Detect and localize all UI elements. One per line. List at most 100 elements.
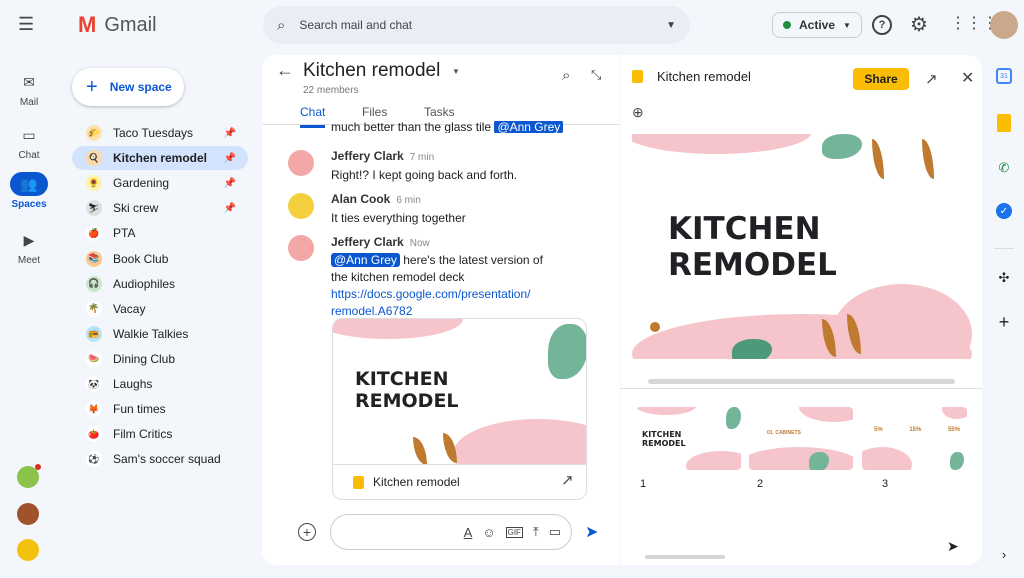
slide-number: 1 <box>640 478 647 490</box>
horizontal-scrollbar[interactable] <box>645 555 725 559</box>
contact-avatar[interactable] <box>17 503 39 525</box>
space-emoji-icon: ⛷ <box>86 200 102 217</box>
upload-icon[interactable]: ⤒ <box>533 524 539 540</box>
chat-icon: ▭ <box>22 126 36 143</box>
new-space-button[interactable]: + New space <box>72 68 184 106</box>
tab-tasks[interactable]: Tasks <box>424 105 455 119</box>
pin-icon[interactable]: 📌 <box>224 153 236 164</box>
pin-icon[interactable]: 📌 <box>224 203 236 214</box>
slide-thumbnail: KITCHEN REMODEL <box>333 319 586 464</box>
message-text: It ties everything together <box>331 211 466 225</box>
tab-files[interactable]: Files <box>362 105 387 119</box>
author-name[interactable]: Jeffery Clark <box>331 149 404 163</box>
sidebar-item-space[interactable]: 🍉 Dining Club <box>72 347 248 371</box>
avatar[interactable] <box>288 235 314 261</box>
spaces-icon: 👥 <box>10 172 48 196</box>
slide-title: REMODEL <box>642 439 686 449</box>
slide-thumbnail-3[interactable]: 5% 15% 55% <box>862 407 967 470</box>
rail-mail[interactable]: ✉ Mail <box>0 70 58 109</box>
sidebar-item-space[interactable]: 🍳 Kitchen remodel 📌 <box>72 146 248 171</box>
space-name: Book Club <box>113 251 169 266</box>
sidebar-item-space[interactable]: 🌻 Gardening 📌 <box>72 171 248 195</box>
horizontal-scrollbar[interactable] <box>648 379 955 384</box>
search-bar[interactable]: ⌕ Search mail and chat ▼ <box>263 6 690 44</box>
mention-chip[interactable]: @Ann Grey <box>494 121 564 133</box>
collapse-icon[interactable]: ⤡ <box>591 67 601 83</box>
space-title[interactable]: Kitchen remodel <box>303 60 440 82</box>
sidebar-item-space[interactable]: 🍎 PTA <box>72 221 248 245</box>
account-avatar[interactable] <box>990 11 1018 39</box>
space-name: Film Critics <box>113 427 173 442</box>
search-icon[interactable]: ⌕ <box>562 67 570 84</box>
member-count[interactable]: 22 members <box>303 85 359 96</box>
sidebar-item-space[interactable]: 🍅 Film Critics <box>72 422 248 446</box>
search-input[interactable]: Search mail and chat <box>299 18 666 32</box>
help-icon[interactable]: ? <box>872 15 892 35</box>
message-time: 6 min <box>396 195 421 206</box>
sidebar-item-space[interactable]: 🎧 Audiophiles <box>72 272 248 296</box>
pin-icon[interactable]: 📌 <box>224 128 236 139</box>
avatar[interactable] <box>288 150 314 176</box>
slide-thumbnail-2[interactable]: 01. CABINETS <box>749 407 853 470</box>
message-text: Right!? I kept going back and forth. <box>331 168 518 182</box>
tasks-icon[interactable]: ✓ <box>996 203 1012 219</box>
rail-meet[interactable]: ▶ Meet <box>0 228 58 267</box>
emoji-icon[interactable]: ☺ <box>482 525 495 540</box>
addons-puzzle-icon[interactable]: ✣ <box>994 268 1014 288</box>
back-arrow-icon[interactable]: ← <box>276 60 294 81</box>
search-options-icon[interactable]: ▼ <box>666 20 676 31</box>
close-icon[interactable]: ✕ <box>961 68 974 88</box>
open-external-icon[interactable]: ↗ <box>561 471 574 489</box>
message-input[interactable]: A ☺ GIF ⤒ ▭ <box>330 514 572 550</box>
calendar-icon[interactable]: 31 <box>996 68 1012 84</box>
sidebar-item-space[interactable]: ⛷ Ski crew 📌 <box>72 196 248 220</box>
pin-icon[interactable]: 📌 <box>224 178 236 189</box>
share-label: Share <box>864 72 898 86</box>
gear-icon[interactable]: ⚙ <box>910 12 928 37</box>
status-button[interactable]: Active ▼ <box>772 12 862 38</box>
sidebar-item-space[interactable]: 🌴 Vacay <box>72 297 248 321</box>
send-icon[interactable]: ➤ <box>585 522 598 542</box>
keep-icon[interactable] <box>997 114 1011 132</box>
menu-icon[interactable]: ☰ <box>18 14 34 35</box>
avatar[interactable] <box>288 193 314 219</box>
share-button[interactable]: Share <box>853 68 909 90</box>
sidebar-item-space[interactable]: 🐼 Laughs <box>72 372 248 396</box>
attachment-name: Kitchen remodel <box>373 475 460 489</box>
title-dropdown-icon[interactable]: ▼ <box>452 67 460 76</box>
space-emoji-icon: 📻 <box>86 325 102 342</box>
space-name: Dining Club <box>113 351 176 366</box>
rail-spaces[interactable]: 👥 Spaces <box>0 172 58 210</box>
video-icon[interactable]: ▭ <box>549 524 561 540</box>
attachment-card[interactable]: KITCHEN REMODEL Kitchen remodel ↗ <box>332 318 587 500</box>
slide-thumbnail-1[interactable]: KITCHEN REMODEL <box>636 407 741 470</box>
sidebar-item-space[interactable]: ⚽ Sam's soccer squad <box>72 447 248 471</box>
zoom-in-icon[interactable]: ⊕ <box>632 104 644 121</box>
space-emoji-icon: 🍉 <box>86 350 102 367</box>
author-name[interactable]: Jeffery Clark <box>331 235 404 249</box>
deck-link[interactable]: https://docs.google.com/presentation/ <box>331 286 543 303</box>
message-text: the kitchen remodel deck <box>331 270 465 284</box>
contact-avatar[interactable] <box>17 539 39 561</box>
space-name: Gardening <box>113 176 170 191</box>
contacts-phone-icon[interactable]: ✆ <box>994 158 1014 178</box>
sidebar-item-space[interactable]: 🌮 Taco Tuesdays 📌 <box>72 121 248 145</box>
sidebar-item-space[interactable]: 🦊 Fun times <box>72 397 248 421</box>
expand-chevron-icon[interactable]: › <box>994 544 1014 564</box>
app-name: Gmail <box>104 13 157 36</box>
add-addon-icon[interactable]: + <box>994 312 1014 332</box>
add-icon[interactable]: + <box>298 523 316 541</box>
sidebar-item-space[interactable]: 📻 Walkie Talkies <box>72 322 248 346</box>
slide-title: KITCHEN <box>642 430 682 439</box>
gmail-logo[interactable]: M Gmail <box>78 12 157 38</box>
sidebar-item-space[interactable]: 📚 Book Club <box>72 247 248 271</box>
rail-label: Chat <box>18 150 40 161</box>
mention-chip[interactable]: @Ann Grey <box>331 253 400 267</box>
open-external-icon[interactable]: ↗ <box>925 70 938 88</box>
partial-message: much better than the glass tile @Ann Gre… <box>331 121 564 133</box>
format-text-icon[interactable]: A <box>464 525 473 540</box>
rail-chat[interactable]: ▭ Chat <box>0 123 58 162</box>
message: Jeffery Clark Now @Ann Grey here's the la… <box>331 234 543 320</box>
gif-icon[interactable]: GIF <box>505 526 523 538</box>
author-name[interactable]: Alan Cook <box>331 192 390 206</box>
